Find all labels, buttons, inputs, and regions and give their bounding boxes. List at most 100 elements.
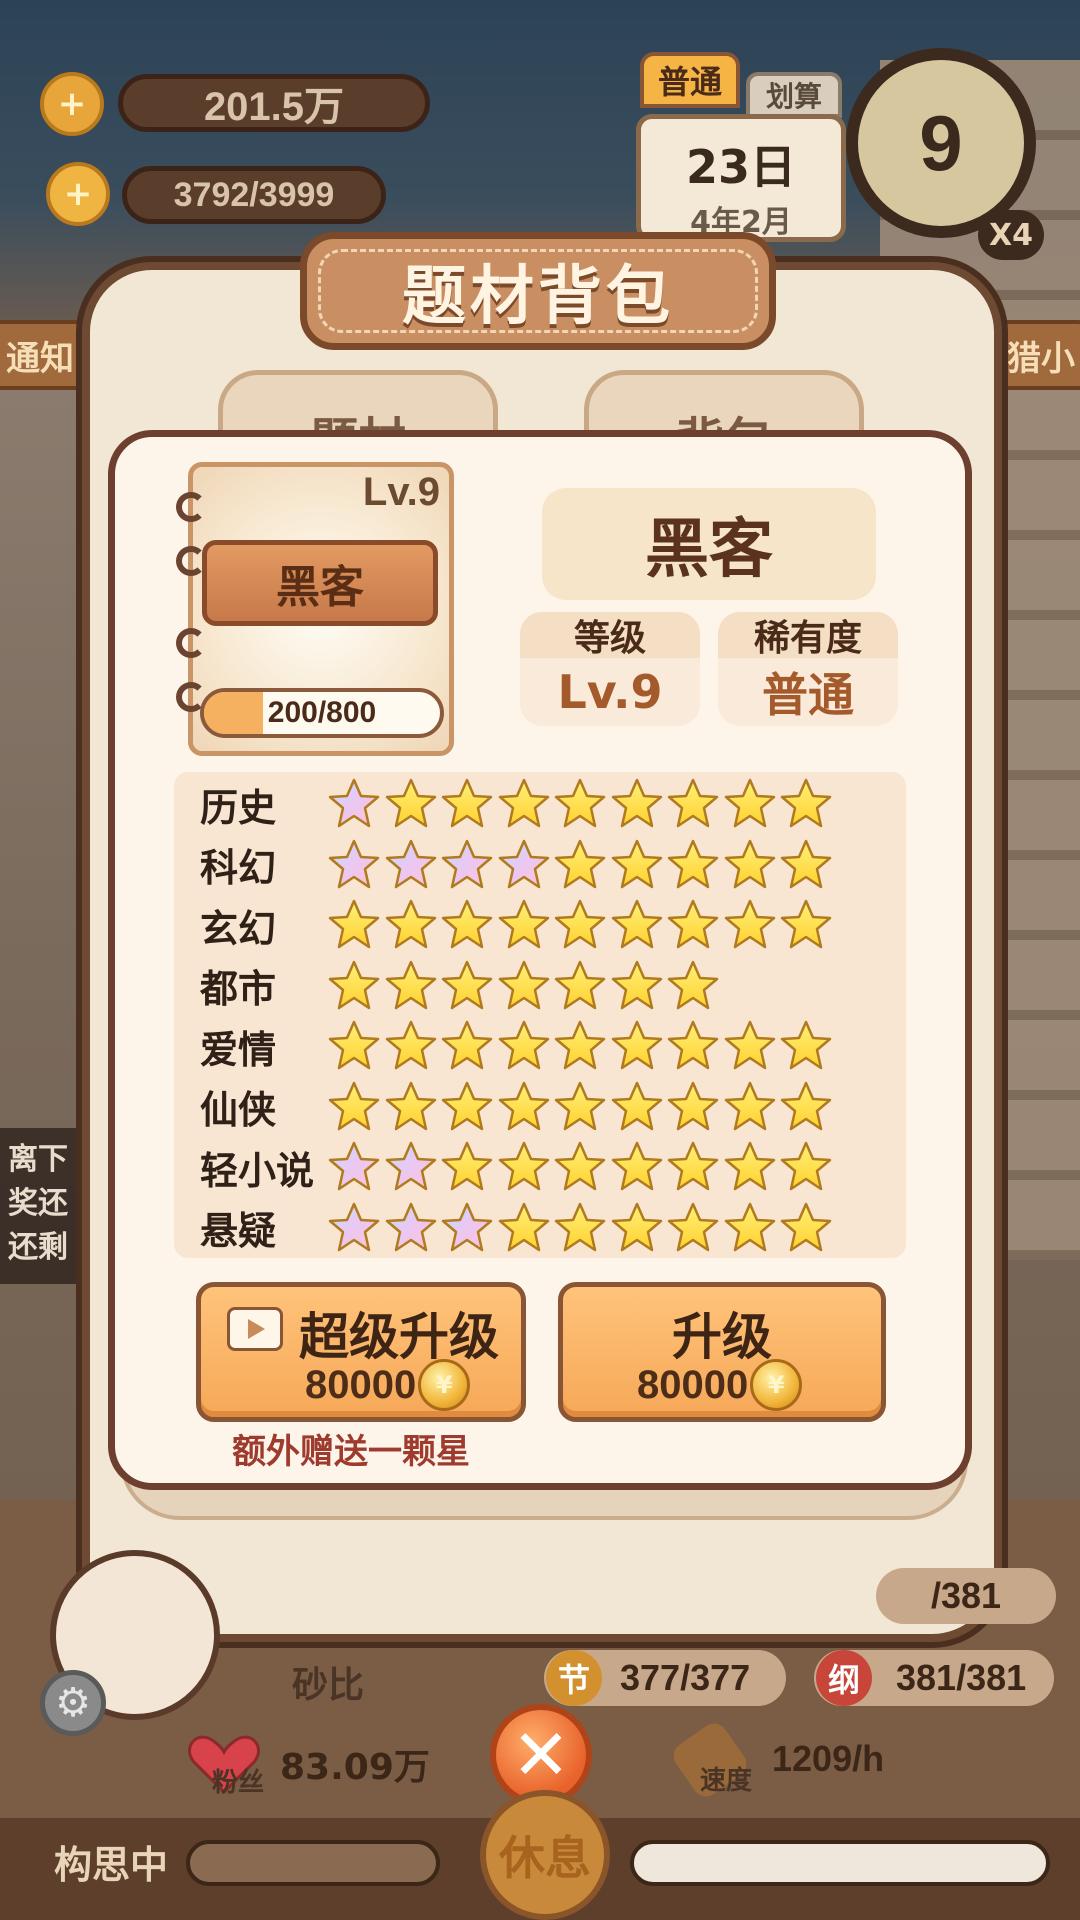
rainbow-star-icon [383,837,439,893]
speed-value: 1209/h [772,1738,885,1779]
calendar-card: 23日 4年2月 [636,114,846,242]
gold-star-icon [383,776,439,832]
stat-jie-badge: 节 [546,1650,602,1706]
gear-icon[interactable]: ⚙ [40,1670,106,1736]
gold-star-icon [722,1018,778,1074]
rarity-box: 稀有度 普通 [718,612,898,726]
book-level: Lv.9 [362,470,440,514]
gold-star-icon [665,1079,721,1135]
gold-star-icon [609,897,665,953]
writing-progress-bar [630,1840,1050,1886]
gold-star-icon [665,897,721,953]
genre-name: 科幻 [200,846,277,890]
gold-star-icon [665,1200,721,1256]
video-play-icon [227,1307,283,1351]
gold-star-icon [609,776,665,832]
genre-name: 玄幻 [200,906,277,951]
gold-star-icon [552,1139,608,1195]
super-upgrade-cost: 80000 [305,1362,417,1407]
mode-tab-bargain[interactable]: 划算 [746,72,842,118]
calendar-day: 23日 [685,140,796,194]
gold-star-icon [552,1079,608,1135]
book-progress-bar: 200/800 [200,688,444,738]
rarity-value: 普通 [762,668,854,722]
gold-star-icon [665,1139,721,1195]
coin-add-icon[interactable]: + [40,72,104,136]
gold-star-icon [383,958,439,1014]
gold-star-icon [326,1018,382,1074]
gold-star-icon [722,837,778,893]
gold-star-icon [665,837,721,893]
gold-star-icon [778,1200,834,1256]
gold-star-icon [722,897,778,953]
gold-star-icon [439,897,495,953]
offline-line-3: 还剩 [8,1230,68,1265]
offline-reward-banner[interactable]: 离下 奖还 还剩 [0,1128,80,1284]
gold-star-icon [722,1200,778,1256]
gold-star-icon [552,958,608,1014]
upgrade-button[interactable]: 升级 80000 ¥ [558,1282,886,1422]
gold-star-icon [552,1200,608,1256]
genre-row: 历史 [200,774,835,834]
modal-title: 题材背包 [402,260,674,334]
clock-value: 9 [919,98,963,187]
gold-star-icon [778,776,834,832]
gold-star-icon [326,958,382,1014]
mode-tab-normal[interactable]: 普通 [640,52,740,108]
coin-icon: ¥ [418,1359,471,1411]
gold-star-icon [383,1079,439,1135]
modal-title-plaque: 题材背包 [300,232,776,350]
book-ring-icon [176,628,206,658]
genre-row: 悬疑 [200,1198,835,1258]
rest-button[interactable]: 休息 [480,1790,610,1920]
gold-star-icon [439,958,495,1014]
rainbow-star-icon [326,1139,382,1195]
idea-add-icon[interactable]: + [46,162,110,226]
gold-star-icon [722,776,778,832]
rainbow-star-icon [439,1200,495,1256]
gold-star-icon [552,837,608,893]
topic-name: 黑客 [542,488,876,600]
genre-row: 仙侠 [200,1077,835,1137]
genre-name: 悬疑 [200,1209,277,1253]
gold-star-icon [496,1139,552,1195]
gold-star-icon [383,897,439,953]
gold-star-icon [496,897,552,953]
gold-star-icon [552,776,608,832]
upgrade-cost: 80000 [637,1362,749,1407]
bonus-star-note: 额外赠送一颗星 [232,1432,470,1472]
upgrade-cost-row: 80000 ¥ [637,1359,803,1411]
super-upgrade-cost-row: 80000 ¥ [305,1359,471,1411]
offline-line-1: 离下 [8,1142,68,1177]
gold-star-icon [552,897,608,953]
gold-star-icon [778,1079,834,1135]
gold-star-icon [609,1018,665,1074]
gold-star-icon [665,1018,721,1074]
speed-label: 速度 [700,1766,753,1796]
coin-icon: ¥ [750,1359,803,1411]
offline-line-2: 奖还 [8,1186,68,1221]
speed-multiplier[interactable]: X4 [978,210,1044,260]
gold-star-icon [439,776,495,832]
gold-star-icon [665,958,721,1014]
stat-partial: /381 [876,1568,1056,1624]
fans-label: 粉丝 [212,1768,265,1798]
gold-star-icon [496,1079,552,1135]
energy-counter: 3792/3999 [122,166,386,224]
thinking-progress-bar [186,1840,440,1886]
gold-star-icon [778,1018,834,1074]
rainbow-star-icon [326,776,382,832]
gold-star-icon [552,1018,608,1074]
super-upgrade-button[interactable]: 超级升级 80000 ¥ [196,1282,526,1422]
stat-jie-value: 377/377 [620,1657,751,1698]
genre-name: 都市 [200,967,277,1011]
rainbow-star-icon [496,837,552,893]
genre-row: 都市 [200,956,722,1016]
rarity-label: 稀有度 [718,612,898,659]
genre-row: 轻小说 [200,1137,835,1197]
genre-row: 玄幻 [200,895,835,955]
rainbow-star-icon [326,837,382,893]
gold-star-icon [439,1018,495,1074]
gold-star-icon [778,837,834,893]
rainbow-star-icon [439,837,495,893]
